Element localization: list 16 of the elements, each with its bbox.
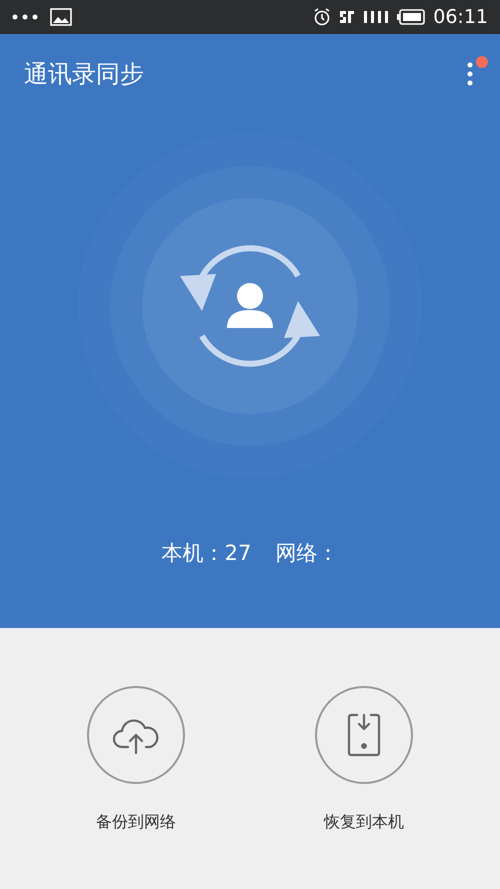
action-label: 恢复到本机 bbox=[324, 811, 404, 833]
phone-download-icon bbox=[347, 713, 381, 757]
battery-icon bbox=[397, 9, 426, 25]
more-dots-icon bbox=[12, 14, 38, 20]
action-button[interactable] bbox=[87, 686, 185, 784]
action-label: 备份到网络 bbox=[96, 811, 176, 833]
contact-count: 本机：27 bbox=[162, 540, 252, 567]
image-icon bbox=[50, 8, 72, 26]
status-time: 06:11 bbox=[433, 4, 488, 30]
alarm-icon bbox=[313, 8, 332, 26]
signal-icon bbox=[363, 10, 390, 24]
action-button[interactable] bbox=[315, 686, 413, 784]
menu-icon bbox=[467, 62, 473, 86]
sync-signal-icon bbox=[339, 9, 356, 25]
page-title: 通讯录同步 bbox=[24, 59, 144, 90]
contact-count: 网络： bbox=[275, 540, 338, 567]
